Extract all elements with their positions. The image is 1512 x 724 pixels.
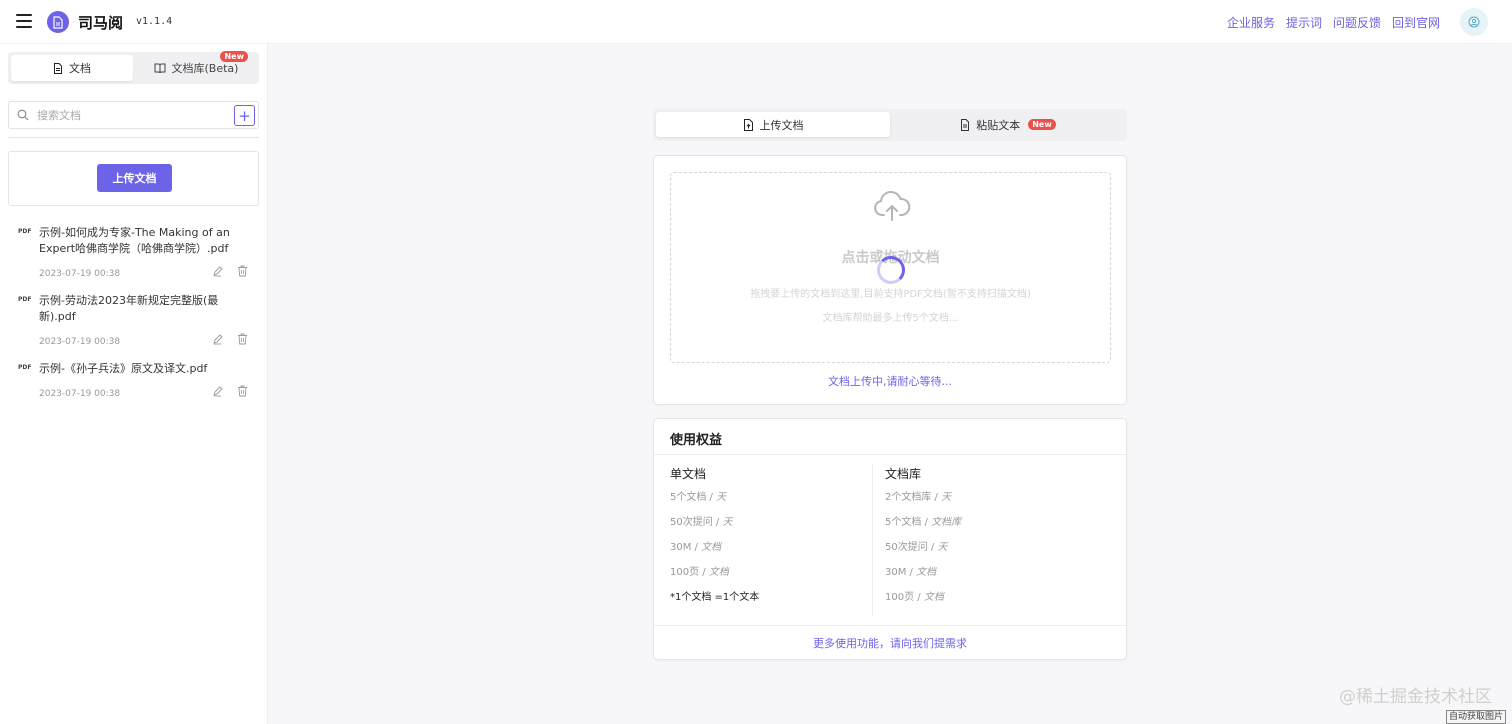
delete-icon[interactable] [237, 385, 248, 397]
benefits-card: 使用权益 单文档 5个文档 / 天 50次提问 / 天 30M / 文档 100… [653, 418, 1127, 660]
benefit-item: 50次提问 / 天 [670, 517, 733, 528]
nav-link-feedback[interactable]: 问题反馈 [1333, 14, 1381, 31]
tab-documents-label: 文档 [69, 62, 91, 75]
single-document-column: 单文档 5个文档 / 天 50次提问 / 天 30M / 文档 100页 / 文… [670, 465, 870, 615]
tab-upload-document-label: 上传文档 [759, 118, 804, 132]
tab-paste-text-label: 粘贴文本 [976, 118, 1021, 132]
pdf-file-icon: PDF [18, 228, 32, 235]
pdf-file-icon: PDF [18, 364, 32, 371]
cloud-upload-icon [874, 191, 911, 221]
edit-icon[interactable] [212, 266, 223, 277]
delete-icon[interactable] [237, 265, 248, 277]
document-date: 2023-07-19 00:38 [39, 269, 121, 279]
loading-spinner-icon [877, 256, 905, 284]
user-avatar-icon[interactable] [1460, 8, 1488, 36]
upload-status-text: 文档上传中,请耐心等待... [828, 375, 952, 388]
document-logo-icon [47, 11, 69, 33]
divider [8, 137, 259, 138]
library-column: 文档库 2个文档库 / 天 5个文档 / 文档库 50次提问 / 天 30M /… [885, 465, 1105, 615]
tab-paste-text[interactable]: 粘贴文本 New [893, 112, 1123, 137]
tab-library[interactable]: 文档库(Beta) New [136, 51, 256, 81]
top-header: 司马阅 v1.1.4 企业服务 提示词 问题反馈 回到官网 [0, 0, 1512, 44]
column-heading: 单文档 [670, 467, 707, 481]
search-box: + [8, 101, 259, 129]
column-divider [872, 464, 873, 616]
nav-link-homepage[interactable]: 回到官网 [1392, 14, 1440, 31]
search-icon [17, 109, 29, 121]
document-list-item[interactable]: PDF 示例-劳动法2023年新规定完整版(最新).pdf 2023-07-19… [0, 287, 268, 355]
tab-library-label: 文档库(Beta) [171, 62, 239, 75]
divider [654, 625, 1126, 626]
add-button[interactable]: + [234, 105, 255, 126]
benefit-item: 50次提问 / 天 [885, 542, 948, 553]
upload-document-button[interactable]: 上传文档 [97, 164, 172, 192]
new-badge: New [220, 51, 248, 62]
benefits-title: 使用权益 [670, 433, 723, 448]
search-input[interactable] [37, 106, 227, 124]
pdf-file-icon: PDF [18, 296, 32, 303]
sidebar-tabs: 文档 文档库(Beta) New [8, 51, 259, 84]
main-tabs: 上传文档 粘贴文本 New [653, 109, 1127, 141]
nav-link-enterprise[interactable]: 企业服务 [1227, 14, 1275, 31]
edit-icon[interactable] [212, 386, 223, 397]
hamburger-menu-icon[interactable] [16, 14, 32, 28]
tab-upload-document[interactable]: 上传文档 [656, 112, 890, 137]
document-list-item[interactable]: PDF 示例-《孙子兵法》原文及译文.pdf 2023-07-19 00:38 [0, 355, 268, 407]
document-title: 示例-如何成为专家-The Making of an Expert哈佛商学院（哈… [39, 226, 230, 255]
document-icon [54, 62, 62, 74]
watermark: @稀土掘金技术社区 [1339, 687, 1492, 707]
file-dropzone[interactable]: 点击或拖动文档 拖拽要上传的文档到这里,目前支持PDF文档(暂不支持扫描文档) … [670, 172, 1111, 363]
new-badge: New [1028, 119, 1056, 130]
upload-document-icon [743, 118, 753, 131]
benefit-item: 5个文档 / 文档库 [885, 517, 962, 528]
document-date: 2023-07-19 00:38 [39, 389, 121, 399]
version-label: v1.1.4 [136, 16, 173, 27]
benefit-item: 30M / 文档 [670, 542, 722, 553]
header-nav: 企业服务 提示词 问题反馈 回到官网 [1227, 14, 1440, 31]
dropzone-note: 文档库帮助最多上传5个文档... [822, 313, 959, 324]
document-title: 示例-《孙子兵法》原文及译文.pdf [39, 362, 208, 375]
benefit-item: 30M / 文档 [885, 567, 937, 578]
nav-link-prompts[interactable]: 提示词 [1286, 14, 1322, 31]
dropzone-description: 拖拽要上传的文档到这里,目前支持PDF文档(暂不支持扫描文档) [750, 289, 1031, 300]
tab-documents[interactable]: 文档 [11, 55, 133, 81]
book-icon [154, 63, 166, 73]
delete-icon[interactable] [237, 333, 248, 345]
upload-card: 上传文档 [8, 151, 259, 206]
document-title: 示例-劳动法2023年新规定完整版(最新).pdf [39, 294, 219, 323]
request-features-link[interactable]: 更多使用功能，请向我们提需求 [654, 635, 1126, 651]
brand-name: 司马阅 [78, 14, 124, 32]
column-heading: 文档库 [885, 467, 922, 481]
auto-fetch-image-button[interactable]: 自动获取图片 [1445, 710, 1506, 724]
paste-text-icon [961, 118, 970, 131]
sidebar: 文档 文档库(Beta) New + 上传文档 PDF 示例-如何成为专家-Th… [0, 44, 268, 724]
document-list: PDF 示例-如何成为专家-The Making of an Expert哈佛商… [0, 219, 268, 407]
edit-icon[interactable] [212, 334, 223, 345]
benefit-item: 2个文档库 / 天 [885, 492, 952, 503]
divider [654, 454, 1126, 455]
document-date: 2023-07-19 00:38 [39, 337, 121, 347]
benefit-item: 5个文档 / 天 [670, 492, 727, 503]
upload-panel: 点击或拖动文档 拖拽要上传的文档到这里,目前支持PDF文档(暂不支持扫描文档) … [653, 155, 1127, 405]
benefit-item: 100页 / 文档 [670, 567, 729, 578]
benefit-note: *1个文档 =1个文本 [670, 592, 760, 603]
document-list-item[interactable]: PDF 示例-如何成为专家-The Making of an Expert哈佛商… [0, 219, 268, 287]
benefit-item: 100页 / 文档 [885, 592, 944, 603]
